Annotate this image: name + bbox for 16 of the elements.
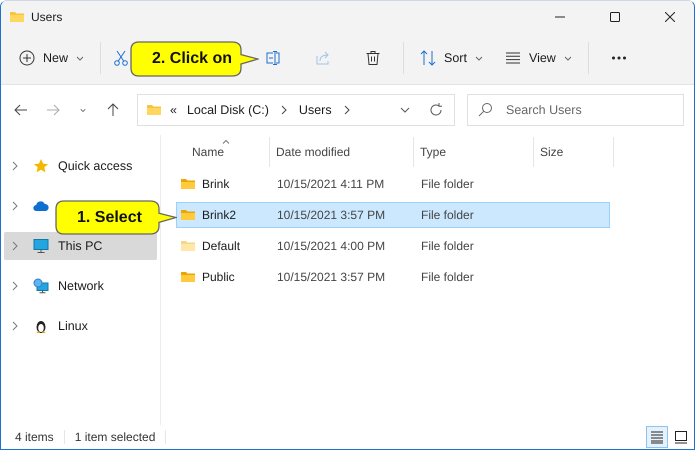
file-name: Default <box>202 239 240 253</box>
date-cell-text: 10/15/2021 3:57 PM <box>276 208 386 222</box>
type-cell-text: File folder <box>420 208 475 222</box>
type-cell-text: File folder <box>420 239 475 253</box>
selection-count: 1 item selected <box>74 430 156 444</box>
file-name: Brink <box>202 177 230 191</box>
window-title: Users <box>31 10 62 24</box>
date-cell-text: 10/15/2021 4:11 PM <box>276 177 386 191</box>
file-name: Brink2 <box>202 208 236 222</box>
date-cell-text: 10/15/2021 3:57 PM <box>276 270 386 284</box>
type-cell-text: File folder <box>420 270 475 284</box>
date-cell-text: 10/15/2021 4:00 PM <box>276 239 386 253</box>
item-count: 4 items <box>15 430 54 444</box>
file-name: Public <box>202 270 235 284</box>
type-cell-text: File folder <box>420 177 475 191</box>
instruction-tooltip: 1. Select <box>55 200 177 235</box>
